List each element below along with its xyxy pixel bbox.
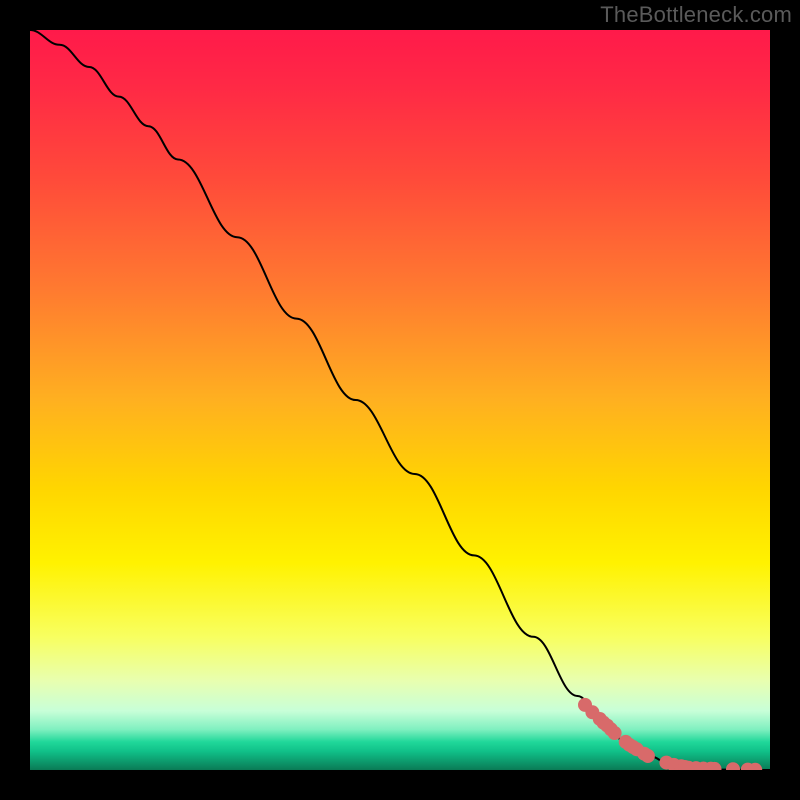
plot-area — [30, 30, 770, 770]
watermark-text: TheBottleneck.com — [600, 2, 792, 28]
highlighted-points — [30, 30, 770, 770]
chart-frame: TheBottleneck.com — [0, 0, 800, 800]
data-point — [641, 749, 655, 763]
data-point — [608, 726, 622, 740]
data-point — [726, 762, 740, 770]
